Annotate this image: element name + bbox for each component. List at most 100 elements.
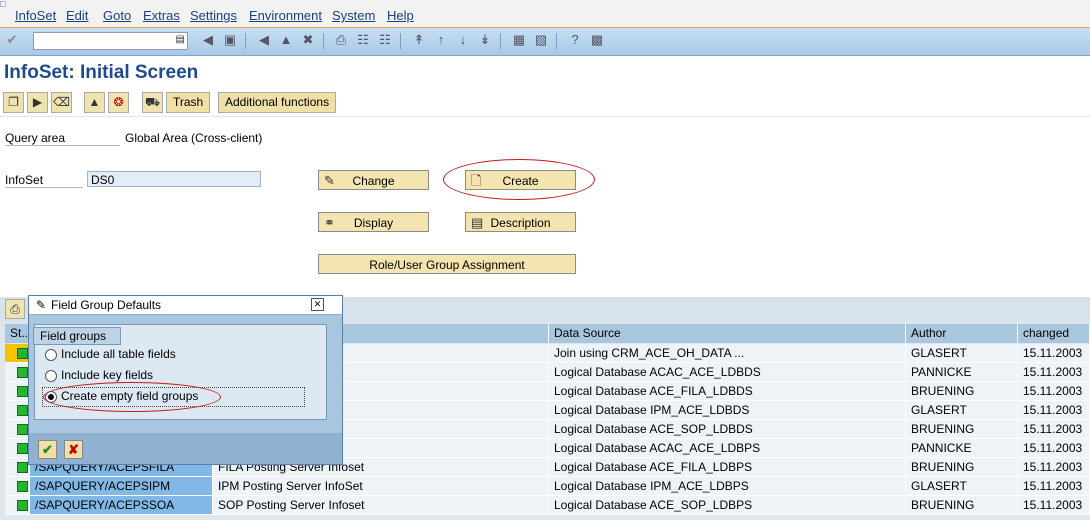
- cell-author: BRUENING: [906, 458, 1018, 477]
- cell-changed: 15.11.2003: [1018, 420, 1090, 439]
- status-cell: [5, 363, 30, 382]
- cell-author: PANNICKE: [906, 439, 1018, 458]
- print-icon[interactable]: ⎙: [5, 299, 25, 319]
- radio-include-all-table-fields[interactable]: [45, 349, 57, 361]
- cell-author: PANNICKE: [906, 363, 1018, 382]
- exit-icon[interactable]: ▲: [278, 32, 294, 48]
- menu-infoset[interactable]: InfoSet: [15, 8, 56, 23]
- close-icon[interactable]: ✕: [311, 298, 324, 311]
- column-data-source[interactable]: Data Source: [549, 324, 906, 343]
- radio-include-key-fields[interactable]: [45, 370, 57, 382]
- hierarchy-icon[interactable]: ▲: [84, 92, 105, 113]
- back-icon[interactable]: ◀: [256, 32, 272, 48]
- find-icon[interactable]: ☷: [355, 32, 371, 48]
- column-status[interactable]: St..: [5, 324, 30, 343]
- cell-changed: 15.11.2003: [1018, 363, 1090, 382]
- cell-author: GLASERT: [906, 401, 1018, 420]
- previous-page-icon[interactable]: ↑: [433, 32, 449, 48]
- last-page-icon[interactable]: ↡: [477, 32, 493, 48]
- column-author[interactable]: Author: [906, 324, 1018, 343]
- toolbar-separator: [323, 33, 324, 49]
- include-all-table-fields-label[interactable]: Include all table fields: [61, 347, 176, 361]
- cell-title: IPM Posting Server InfoSet: [213, 477, 549, 496]
- cell-author: GLASERT: [906, 344, 1018, 363]
- next-page-icon[interactable]: ↓: [455, 32, 471, 48]
- new-session-icon[interactable]: ▦: [511, 32, 527, 48]
- cell-changed: 15.11.2003: [1018, 477, 1090, 496]
- layout-menu-icon[interactable]: ▩: [589, 32, 605, 48]
- glasses-icon: ⚭: [324, 215, 335, 230]
- cell-author: BRUENING: [906, 420, 1018, 439]
- status-cell: [5, 458, 30, 477]
- status-light-icon: [17, 443, 28, 454]
- dialog-title: Field Group Defaults: [51, 298, 162, 312]
- back-arrow-icon[interactable]: ◀: [200, 32, 216, 48]
- help-icon[interactable]: ?: [567, 32, 583, 48]
- print-icon[interactable]: ⎙: [333, 32, 349, 48]
- command-history-icon[interactable]: ▤: [176, 34, 185, 45]
- status-cell: [5, 477, 30, 496]
- menu-goto[interactable]: Goto: [103, 8, 131, 23]
- cell-source: Logical Database IPM_ACE_LDBDS: [549, 401, 906, 420]
- role-user-group-assignment-button[interactable]: Role/User Group Assignment: [318, 254, 576, 274]
- status-cell: [5, 496, 30, 515]
- generate-icon[interactable]: ▶: [27, 92, 48, 113]
- change-button[interactable]: ✎ Change: [318, 170, 429, 190]
- save-icon[interactable]: ▣: [222, 32, 238, 48]
- find-next-icon[interactable]: ☷: [377, 32, 393, 48]
- cell-author: GLASERT: [906, 477, 1018, 496]
- cell-source: Logical Database ACE_FILA_LDBPS: [549, 458, 906, 477]
- additional-functions-button[interactable]: Additional functions: [218, 92, 337, 113]
- infoset-label: InfoSet: [5, 173, 83, 188]
- delete-icon[interactable]: ⌫: [51, 92, 72, 113]
- cell-source: Logical Database ACAC_ACE_LDBDS: [549, 363, 906, 382]
- cell-source: Join using CRM_ACE_OH_DATA ...: [549, 344, 906, 363]
- menu-system[interactable]: System: [332, 8, 375, 23]
- transport-icon[interactable]: ⛟: [142, 92, 163, 113]
- first-page-icon[interactable]: ↟: [411, 32, 427, 48]
- menu-extras[interactable]: Extras: [143, 8, 180, 23]
- pencil-icon: ✎: [324, 173, 335, 188]
- cell-key: /SAPQUERY/ACEPSSOA: [30, 496, 213, 515]
- cell-source: Logical Database ACE_FILA_LDBDS: [549, 382, 906, 401]
- status-cell: [5, 420, 30, 439]
- copy-icon[interactable]: ❐: [3, 92, 24, 113]
- cancel-icon[interactable]: ✖: [300, 32, 316, 48]
- cell-author: BRUENING: [906, 382, 1018, 401]
- application-toolbar: ❐ ▶ ⌫ ▲ ❂ ⛟ Trash Additional functions: [0, 88, 1090, 116]
- description-button-label: Description: [490, 216, 551, 230]
- confirm-check-icon[interactable]: ✔: [38, 440, 57, 459]
- lifebuoy-icon[interactable]: ❂: [108, 92, 129, 113]
- cell-title: SOP Posting Server Infoset: [213, 496, 549, 515]
- cell-changed: 15.11.2003: [1018, 439, 1090, 458]
- cell-changed: 15.11.2003: [1018, 382, 1090, 401]
- infoset-input[interactable]: DS0: [87, 171, 261, 187]
- menu-edit[interactable]: Edit: [66, 8, 88, 23]
- command-field[interactable]: ▤: [33, 32, 188, 50]
- dialog-footer: ✔ ✘: [29, 433, 342, 464]
- cell-source: Logical Database ACAC_ACE_LDBPS: [549, 439, 906, 458]
- status-light-icon: [17, 462, 28, 473]
- cancel-x-icon[interactable]: ✘: [64, 440, 83, 459]
- display-button[interactable]: ⚭ Display: [318, 212, 429, 232]
- status-light-icon: [17, 424, 28, 435]
- change-button-label: Change: [352, 174, 395, 188]
- enter-icon[interactable]: ✔: [4, 32, 20, 48]
- cell-changed: 15.11.2003: [1018, 344, 1090, 363]
- menu-environment[interactable]: Environment: [249, 8, 322, 23]
- window-icon: □: [0, 0, 6, 9]
- table-row[interactable]: /SAPQUERY/ACEPSIPM IPM Posting Server Inf…: [0, 477, 1090, 496]
- display-button-label: Display: [353, 216, 394, 230]
- column-changed[interactable]: changed: [1018, 324, 1090, 343]
- status-cell: [5, 382, 30, 401]
- trash-button[interactable]: Trash: [166, 92, 211, 113]
- menu-settings[interactable]: Settings: [190, 8, 237, 23]
- status-light-icon: [17, 348, 28, 359]
- toolbar-separator: [556, 33, 557, 49]
- menu-help[interactable]: Help: [387, 8, 414, 23]
- table-row[interactable]: /SAPQUERY/ACEPSSOA SOP Posting Server Inf…: [0, 496, 1090, 515]
- include-key-fields-label[interactable]: Include key fields: [61, 368, 153, 382]
- field-groups-label: Field groups: [33, 327, 122, 345]
- shortcut-icon[interactable]: ▧: [533, 32, 549, 48]
- description-button[interactable]: ▤ Description: [465, 212, 576, 232]
